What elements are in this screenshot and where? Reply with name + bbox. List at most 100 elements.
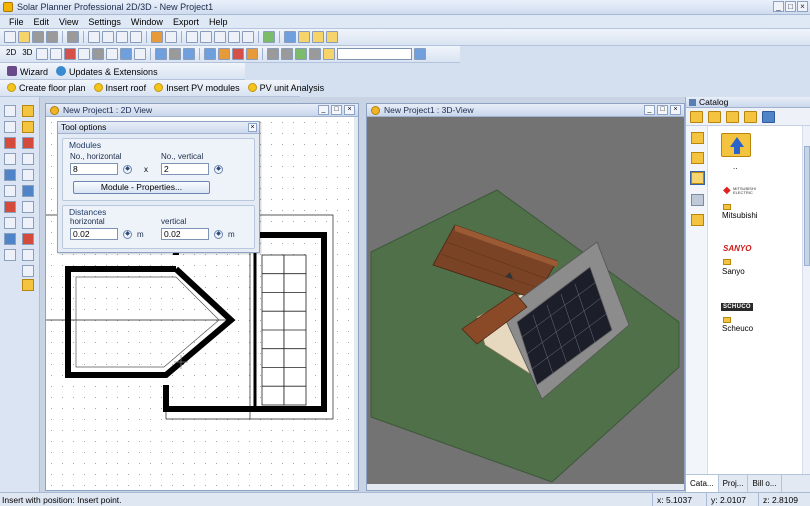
settings-icon[interactable] (281, 48, 294, 60)
menu-help[interactable]: Help (204, 15, 233, 28)
create-floor-plan-button[interactable]: Create floor plan (4, 83, 89, 93)
catalog-home-icon[interactable] (690, 111, 703, 123)
layer-icon[interactable] (120, 48, 133, 60)
catalog-favorites-icon[interactable] (691, 132, 704, 144)
tool-options-close-button[interactable]: × (248, 123, 257, 132)
floor-icon[interactable] (4, 121, 16, 133)
sanyo-label[interactable]: Sanyo (722, 267, 745, 276)
render-icon[interactable] (183, 48, 196, 60)
updates-button[interactable]: Updates & Extensions (53, 65, 161, 77)
catalog-image-icon[interactable] (726, 111, 739, 123)
menu-export[interactable]: Export (168, 15, 204, 28)
view-3d-title-bar[interactable]: New Project1 : 3D-View _ □ × (367, 104, 684, 117)
catalog-folder-selected-icon[interactable] (690, 171, 705, 185)
vertical-count-spinner[interactable]: ◆ (214, 165, 223, 174)
catalog-scrollbar[interactable] (802, 126, 810, 474)
catalog-list-icon[interactable] (691, 194, 704, 206)
shield-icon[interactable] (4, 233, 16, 245)
brush-icon[interactable] (218, 48, 231, 60)
tab-catalog[interactable]: Cata... (686, 475, 719, 492)
tab-bill[interactable]: Bill o... (748, 475, 782, 492)
save-icon[interactable] (32, 31, 44, 43)
pencil-icon[interactable] (50, 48, 63, 60)
menu-settings[interactable]: Settings (83, 15, 126, 28)
arrow-icon[interactable] (134, 48, 147, 60)
distance-horizontal-spinner[interactable]: ◆ (123, 230, 132, 239)
refresh-icon[interactable] (263, 31, 275, 43)
menu-window[interactable]: Window (126, 15, 168, 28)
clock-icon[interactable] (323, 48, 336, 60)
select-icon[interactable] (22, 105, 34, 117)
view-3d-maximize-button[interactable]: □ (657, 105, 668, 115)
number-icon[interactable] (78, 48, 91, 60)
photo-icon[interactable] (4, 169, 16, 181)
gear-icon[interactable] (4, 185, 16, 197)
zoom-icon[interactable] (186, 31, 198, 43)
catalog-title-bar[interactable]: Catalog (686, 97, 810, 108)
catalog-info-icon[interactable] (762, 111, 775, 123)
catalog-panel-icon[interactable] (708, 111, 721, 123)
chart-icon[interactable] (4, 105, 16, 117)
mitsubishi-label[interactable]: Mitsubishi (722, 211, 758, 220)
close-button[interactable]: × (797, 1, 808, 12)
cut-icon[interactable] (88, 31, 100, 43)
distance-vertical-input[interactable]: 0.02 (161, 228, 209, 240)
roof-tool-icon[interactable] (22, 137, 34, 149)
open-folder-icon[interactable] (18, 31, 30, 43)
view-2d-minimize-button[interactable]: _ (318, 105, 329, 115)
paste-icon[interactable] (116, 31, 128, 43)
search-icon[interactable] (414, 48, 427, 60)
shape-icon[interactable] (4, 249, 16, 261)
view-3d-scrollbar[interactable] (367, 484, 684, 490)
menu-view[interactable]: View (54, 15, 83, 28)
frame-icon[interactable] (267, 48, 280, 60)
scheuco-label[interactable]: Scheuco (722, 324, 753, 333)
text-tool-icon[interactable] (4, 217, 16, 229)
dimension-icon[interactable] (22, 201, 34, 213)
wizard-button[interactable]: Wizard (4, 65, 51, 77)
distance-vertical-spinner[interactable]: ◆ (214, 230, 223, 239)
material-icon[interactable] (246, 48, 259, 60)
paint-tool-icon[interactable] (22, 279, 34, 291)
view-2d-close-button[interactable]: × (344, 105, 355, 115)
minimize-button[interactable]: _ (773, 1, 784, 12)
sun-icon[interactable] (309, 48, 322, 60)
camera-icon[interactable] (169, 48, 182, 60)
cube-icon[interactable] (155, 48, 168, 60)
zoom-window-icon[interactable] (228, 31, 240, 43)
schueco-logo[interactable]: SCHÜCO (721, 303, 753, 311)
hatch-icon[interactable] (92, 48, 105, 60)
catalog-folder-icon[interactable] (744, 111, 757, 123)
wall-icon[interactable] (64, 48, 77, 60)
render-3d-canvas[interactable] (367, 117, 684, 490)
object-icon[interactable] (4, 201, 16, 213)
copy-icon[interactable] (102, 31, 114, 43)
pointer-tool-icon[interactable] (22, 153, 34, 165)
path-tool-icon[interactable] (22, 185, 34, 197)
view-3d-close-button[interactable]: × (670, 105, 681, 115)
view-2d-title-bar[interactable]: New Project1 : 2D View _ □ × (46, 104, 358, 117)
eraser-icon[interactable] (22, 265, 34, 277)
horizontal-count-input[interactable]: 8 (70, 163, 118, 175)
view-select-dropdown[interactable] (337, 48, 413, 60)
tool-options-title[interactable]: Tool options (58, 122, 259, 134)
insert-pv-modules-button[interactable]: Insert PV modules (151, 83, 243, 93)
save-all-icon[interactable] (46, 31, 58, 43)
wall-tool-icon[interactable] (4, 137, 16, 149)
zoom-all-icon[interactable] (242, 31, 254, 43)
measure-tool-icon[interactable] (22, 217, 34, 229)
pv-module-icon[interactable] (22, 121, 34, 133)
insert-roof-button[interactable]: Insert roof (91, 83, 150, 93)
pointer-icon[interactable] (298, 31, 310, 43)
view-2d-scrollbar[interactable] (354, 117, 358, 490)
catalog-person-icon[interactable] (691, 214, 704, 226)
tab-project[interactable]: Proj... (719, 475, 749, 492)
mitsubishi-logo[interactable]: ◆ MITSUBISHI ELECTRIC (723, 185, 757, 199)
grid-icon[interactable] (284, 31, 296, 43)
print-icon[interactable] (67, 31, 79, 43)
zoom-out-icon[interactable] (214, 31, 226, 43)
distance-horizontal-input[interactable]: 0.02 (70, 228, 118, 240)
line-tool-icon[interactable] (22, 169, 34, 181)
catalog-folder-open-icon[interactable] (691, 152, 704, 164)
module-properties-button[interactable]: Module - Properties... (73, 181, 210, 194)
